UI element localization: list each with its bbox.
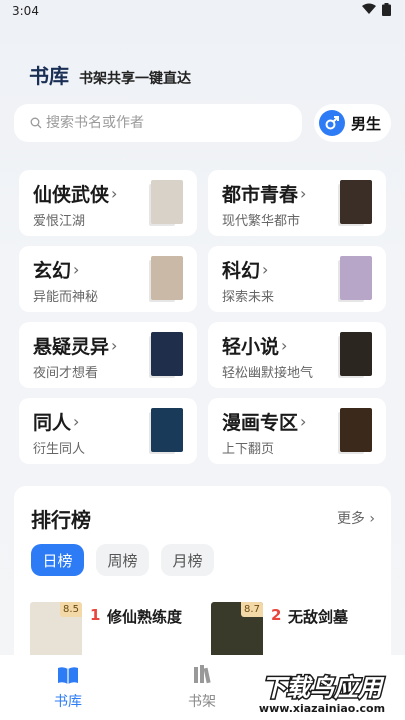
category-subtitle: 衍生同人 [33,442,86,457]
category-title-label: 同人 [33,412,72,434]
male-icon [319,110,345,136]
category-title: 科幻 › [222,256,268,283]
wifi-icon [362,3,376,14]
book-cover [340,180,372,224]
book-cover [151,256,183,300]
rank-number: 1 [90,606,101,624]
page-header: 书库 书架共享一键直达 [29,60,191,89]
nav-item-library[interactable]: 书库 [38,663,98,711]
book-cover [340,256,372,300]
category-title-label: 科幻 [222,260,261,282]
svg-text:下载鸟应用: 下载鸟应用 [262,674,385,702]
category-card[interactable]: 仙侠武侠 › 爱恨江湖 [19,170,197,236]
nav-item-bookshelf[interactable]: 书架 [172,663,232,711]
ranking-title: 排行榜 [31,508,91,532]
search-input[interactable] [46,115,286,131]
page-title: 书库 [29,64,69,88]
category-card[interactable]: 都市青春 › 现代繁华都市 [208,170,386,236]
category-title: 悬疑灵异 › [33,332,117,359]
category-title-label: 玄幻 [33,260,72,282]
page-subtitle: 书架共享一键直达 [79,71,191,87]
bookshelf-icon [194,665,211,684]
category-subtitle: 异能而神秘 [33,290,99,305]
category-title-label: 都市青春 [222,184,299,206]
svg-text:www.xiazainiao.com: www.xiazainiao.com [259,702,385,715]
category-subtitle: 轻松幽默接地气 [222,366,314,381]
chevron-right-icon: › [262,260,269,279]
book-cover [151,180,183,224]
chevron-right-icon: › [73,260,80,279]
ranking-more-label: 更多 [336,511,365,527]
ranking-item[interactable]: 8.7 2 无敌剑墓 [211,602,381,662]
nav-label-library: 书库 [54,694,82,710]
book-title: 修仙熟练度 [107,608,183,626]
category-title-label: 仙侠武侠 [33,184,110,206]
category-subtitle: 上下翻页 [222,442,275,457]
category-title: 仙侠武侠 › [33,180,117,207]
chevron-right-icon: › [111,184,118,203]
tab-monthly[interactable]: 月榜 [161,544,214,576]
score-badge: 8.7 [241,602,263,617]
chevron-right-icon: › [369,511,375,527]
category-subtitle: 夜间才想看 [33,366,99,381]
category-title: 同人 › [33,408,79,435]
book-cover [151,408,183,452]
category-card[interactable]: 科幻 › 探索未来 [208,246,386,312]
category-subtitle: 现代繁华都市 [222,214,301,229]
category-subtitle: 探索未来 [222,290,275,305]
tab-daily[interactable]: 日榜 [31,544,84,576]
category-card[interactable]: 悬疑灵异 › 夜间才想看 [19,322,197,388]
category-title: 轻小说 › [222,332,287,359]
category-subtitle: 爱恨江湖 [33,214,86,229]
book-title: 无敌剑墓 [288,608,349,626]
book-cover [151,332,183,376]
book-cover [340,332,372,376]
nav-label-bookshelf: 书架 [188,694,216,710]
book-cover: 8.5 [30,602,82,662]
category-card[interactable]: 玄幻 › 异能而神秘 [19,246,197,312]
gender-label: 男生 [351,114,382,133]
open-book-icon [58,667,78,684]
category-card[interactable]: 漫画专区 › 上下翻页 [208,398,386,464]
category-title-label: 悬疑灵异 [33,336,110,358]
chevron-right-icon: › [300,184,307,203]
rank-number: 2 [271,606,282,624]
category-title: 漫画专区 › [222,408,306,435]
battery-icon [382,3,391,16]
search-icon [30,117,42,129]
chevron-right-icon: › [73,412,80,431]
category-title: 玄幻 › [33,256,79,283]
ranking-panel: 排行榜 更多 › 日榜 周榜 月榜 8.5 1 修仙熟练度 8.7 2 无敌剑墓 [14,486,391,676]
category-card[interactable]: 同人 › 衍生同人 [19,398,197,464]
status-icons [362,3,391,16]
gender-toggle-button[interactable]: 男生 [314,104,391,142]
category-title: 都市青春 › [222,180,306,207]
status-time: 3:04 [12,4,39,18]
category-title-label: 漫画专区 [222,412,299,434]
category-card[interactable]: 轻小说 › 轻松幽默接地气 [208,322,386,388]
status-bar: 3:04 [0,0,405,22]
chevron-right-icon: › [281,336,288,355]
book-cover [340,408,372,452]
chevron-right-icon: › [300,412,307,431]
ranking-item[interactable]: 8.5 1 修仙熟练度 [30,602,200,662]
category-title-label: 轻小说 [222,336,280,358]
book-cover: 8.7 [211,602,263,662]
tab-weekly[interactable]: 周榜 [96,544,149,576]
chevron-right-icon: › [111,336,118,355]
score-badge: 8.5 [60,602,82,617]
ranking-more-link[interactable]: 更多 › [337,508,375,528]
watermark-logo: 下载鸟应用 www.xiazainiao.com [244,668,400,716]
search-box[interactable] [14,104,302,142]
